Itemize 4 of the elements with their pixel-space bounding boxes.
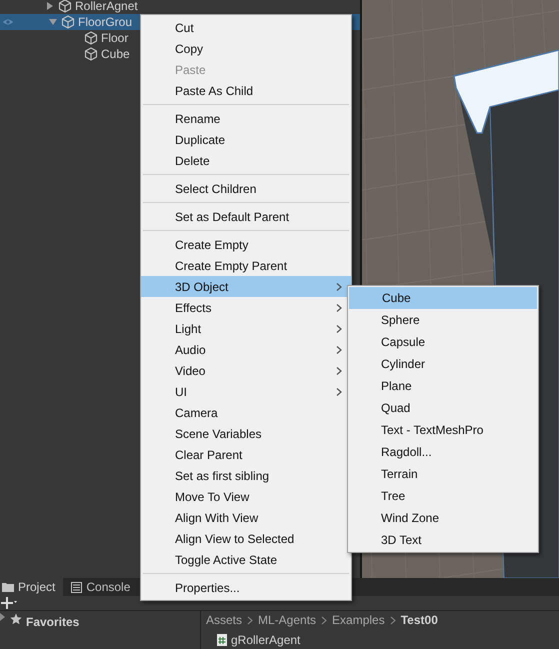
object-name: RollerAgnet	[75, 0, 138, 15]
object-name: Cube	[101, 46, 130, 63]
object-name: FloorGrou	[78, 14, 132, 31]
object-name: Floor	[101, 30, 128, 47]
